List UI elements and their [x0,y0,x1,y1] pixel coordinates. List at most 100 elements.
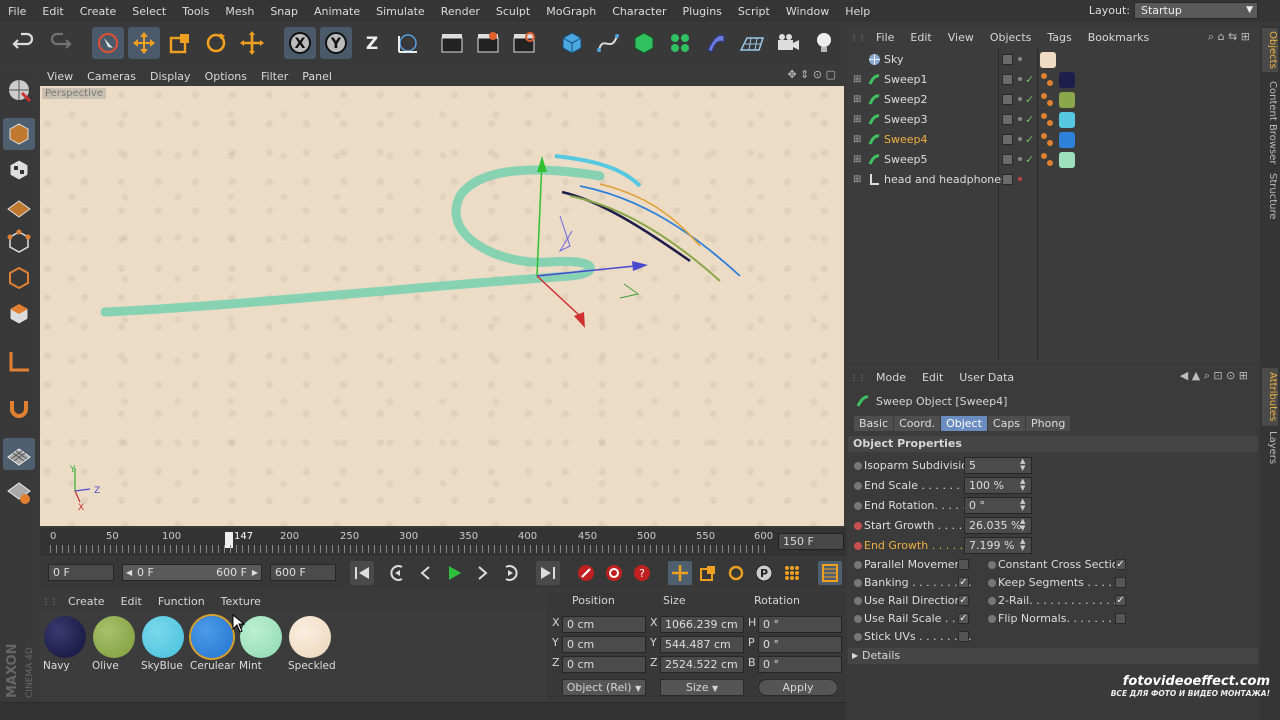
enabled-check[interactable]: ✓ [1025,113,1034,126]
coordinate-mode-select[interactable]: Object (Rel) ▼ [562,679,646,696]
enabled-check[interactable]: ✓ [1025,93,1034,106]
record-scale-icon[interactable] [696,561,720,585]
material-skyblue[interactable]: SkyBlue [140,614,186,674]
material-olive[interactable]: Olive [91,614,137,674]
menu-file[interactable]: File [0,5,34,18]
viewport-menu-cameras[interactable]: Cameras [80,70,143,83]
render-dot[interactable] [1018,117,1022,121]
next-frame-icon[interactable] [470,561,494,585]
objects-menu-tags[interactable]: Tags [1039,31,1079,44]
object-row-head-and-headphones[interactable]: ⊞ head and headphones [848,170,1260,190]
frame-range-slider[interactable]: ◀ 0 F 600 F ▶ [122,564,262,581]
render-dot[interactable] [1018,97,1022,101]
expand-icon[interactable]: ⊞ [853,94,861,105]
attr-menu-mode[interactable]: Mode [868,371,914,384]
stepper-icon[interactable]: ▲ ▼ [1020,538,1025,552]
animation-dot[interactable] [988,561,996,569]
x-axis-icon[interactable]: X [284,27,316,59]
render-dot[interactable] [1018,177,1022,181]
expand-icon[interactable]: ⊞ [853,74,861,85]
visibility-toggle[interactable] [1002,74,1013,85]
record-point-level-icon[interactable] [780,561,804,585]
undo-icon[interactable] [8,27,40,59]
keyframe-dot[interactable] [854,542,862,550]
rotation-p-field[interactable]: 0 ° [758,636,842,653]
start-frame-field[interactable]: 0 F [48,564,114,581]
model-mode-icon[interactable] [3,118,35,150]
axis-mode-icon[interactable] [3,346,35,378]
parallel-movement-checkbox[interactable] [958,559,969,570]
texture-mode-icon[interactable] [3,154,35,186]
visibility-toggle[interactable] [1002,114,1013,125]
menu-select[interactable]: Select [124,5,174,18]
visibility-toggle[interactable] [1002,154,1013,165]
material-tag[interactable] [1059,152,1075,168]
material-menu-edit[interactable]: Edit [113,595,150,608]
2-rail-checkbox[interactable]: ✓ [1115,595,1126,606]
animation-dot[interactable] [854,615,862,623]
viewport-3d[interactable]: Perspective Y Z X [40,86,844,526]
timeline-ruler[interactable]: 0 50 100 147 200 250 300 350 400 450 500… [40,528,846,556]
phong-tag-icon[interactable] [1040,152,1054,168]
material-tag[interactable] [1059,72,1075,88]
y-axis-arrow[interactable] [537,156,547,172]
viewport-menu-view[interactable]: View [40,70,80,83]
material-tag[interactable] [1040,52,1056,68]
keyframe-selection-icon[interactable]: ? [630,561,654,585]
pen-spline-icon[interactable] [592,27,624,59]
stick-uvs-checkbox[interactable] [958,631,969,642]
menu-plugins[interactable]: Plugins [675,5,730,18]
animation-dot[interactable] [854,561,862,569]
play-icon[interactable] [442,561,466,585]
animation-dot[interactable] [988,579,996,587]
menu-tools[interactable]: Tools [174,5,217,18]
live-selection-icon[interactable] [92,27,124,59]
animation-dot[interactable] [854,502,862,510]
objects-menu-view[interactable]: View [940,31,982,44]
snap-magnet-icon[interactable] [3,392,35,424]
use-rail-scale-checkbox[interactable]: ✓ [958,613,969,624]
world-coordinates-icon[interactable] [392,27,424,59]
enabled-check[interactable]: ✓ [1025,153,1034,166]
menu-window[interactable]: Window [778,5,837,18]
viewport-menu-panel[interactable]: Panel [295,70,339,83]
render-picture-viewer-icon[interactable] [472,27,504,59]
polygons-mode-icon[interactable] [3,298,35,330]
cube-icon[interactable] [556,27,588,59]
apply-button[interactable]: Apply [758,679,838,696]
menu-snap[interactable]: Snap [262,5,306,18]
stepper-icon[interactable]: ▲ ▼ [1020,458,1025,472]
position-z-field[interactable]: 0 cm [562,656,646,673]
object-row-sky[interactable]: Sky [848,50,1260,70]
deformer-icon[interactable] [700,27,732,59]
objects-menu-file[interactable]: File [868,31,902,44]
material-tag[interactable] [1059,92,1075,108]
object-row-sweep3[interactable]: ⊞ Sweep3 ✓ [848,110,1260,130]
material-speckled[interactable]: Speckled [287,614,336,674]
viewport-nav-icons[interactable]: ✥ ⇕ ⊙ ▢ [787,68,836,81]
size-z-field[interactable]: 2524.522 cm [660,656,744,673]
x-axis-handle[interactable] [536,275,581,317]
animation-dot[interactable] [854,579,862,587]
render-dot[interactable] [1018,157,1022,161]
animation-dot[interactable] [854,597,862,605]
floor-icon[interactable] [736,27,768,59]
points-mode-icon[interactable] [3,226,35,258]
side-tab-objects[interactable]: Objects [1262,28,1278,72]
sweep4-spline[interactable] [579,185,741,277]
phong-tag-icon[interactable] [1040,112,1054,128]
phong-tag-icon[interactable] [1040,132,1054,148]
sweep5-spline[interactable] [100,165,605,317]
menu-render[interactable]: Render [433,5,488,18]
animation-dot[interactable] [854,482,862,490]
menu-character[interactable]: Character [604,5,674,18]
tab-coord[interactable]: Coord. [894,416,941,431]
redo-icon[interactable] [44,27,76,59]
workplane-mode-icon[interactable] [3,190,35,222]
record-rotation-icon[interactable] [724,561,748,585]
sweep1-spline[interactable] [561,190,691,263]
layout-select[interactable]: Startup ▼ [1134,2,1258,19]
record-parameter-icon[interactable]: P [752,561,776,585]
light-icon[interactable] [808,27,840,59]
enabled-check[interactable]: ✓ [1025,73,1034,86]
